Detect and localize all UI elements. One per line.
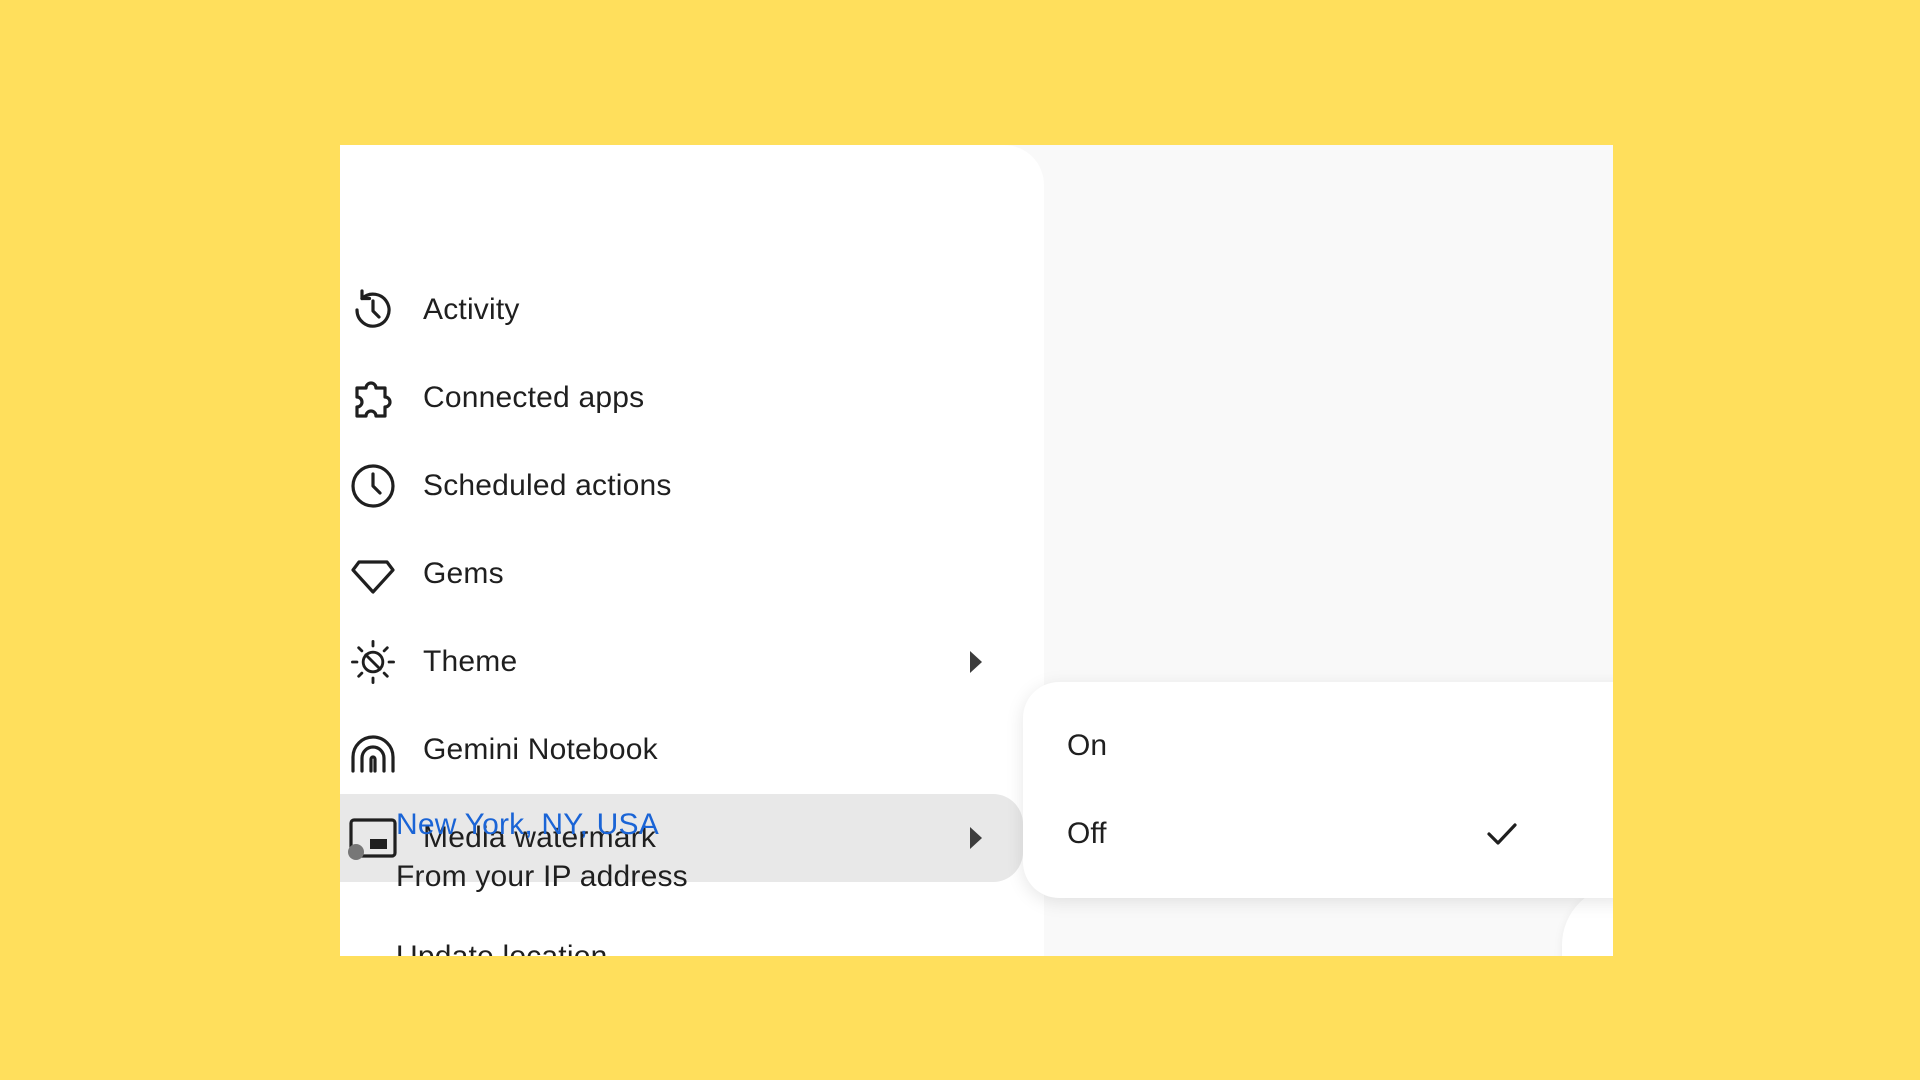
option-on[interactable]: On [1023,702,1613,790]
menu-item-label: Activity [423,293,520,326]
menu-item-scheduled-actions[interactable]: Scheduled actions [340,442,1023,530]
option-label: On [1067,729,1108,762]
menu-item-label: Gemini Notebook [423,733,658,766]
media-watermark-submenu: On Off [1023,682,1613,898]
settings-menu: Activity Connected apps Scheduled action… [340,145,1044,956]
menu-item-label: Theme [423,645,518,678]
app-window: Activity Connected apps Scheduled action… [340,145,1613,956]
menu-item-label: Scheduled actions [423,469,672,502]
menu-item-theme[interactable]: Theme [340,618,1023,706]
location-dot-icon [348,844,364,860]
menu-item-gemini-notebook[interactable]: Gemini Notebook [340,706,1023,794]
location-source-text: From your IP address [396,860,688,893]
menu-item-activity[interactable]: Activity [340,266,1023,354]
menu-item-gems[interactable]: Gems [340,530,1023,618]
checkmark-icon [1487,823,1517,845]
history-icon [348,285,398,335]
theme-icon [348,637,398,687]
location-city-link[interactable]: New York, NY, USA [396,808,659,842]
option-label: Off [1067,817,1107,850]
menu-item-label: Connected apps [423,381,645,414]
option-off[interactable]: Off [1023,790,1613,878]
clock-icon [348,461,398,511]
chevron-right-icon [970,827,982,849]
update-location-link[interactable]: Update location [396,940,607,956]
menu-item-connected-apps[interactable]: Connected apps [340,354,1023,442]
puzzle-icon [348,373,398,423]
menu-item-label: Gems [423,557,504,590]
chevron-right-icon [970,651,982,673]
notebook-icon [348,725,398,775]
gem-icon [348,549,398,599]
